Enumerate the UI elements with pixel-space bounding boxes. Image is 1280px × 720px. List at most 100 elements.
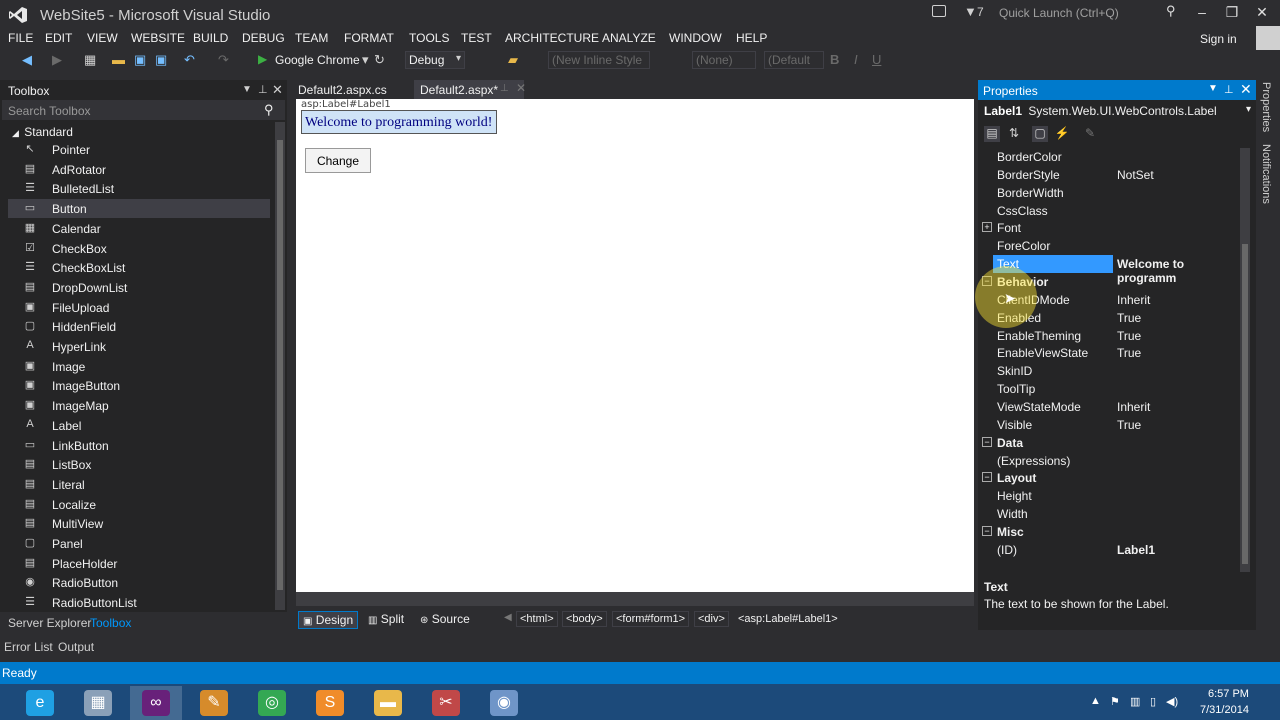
tray-network-icon[interactable]: ▥	[1130, 695, 1140, 708]
tray-volume-icon[interactable]: ◀)	[1166, 695, 1178, 708]
maximize-button[interactable]: ❐	[1220, 4, 1244, 21]
property-pages-icon[interactable]: ▢	[1032, 126, 1048, 142]
close-icon[interactable]: ✕	[516, 81, 526, 95]
pin-icon[interactable]: ⊥	[258, 83, 268, 96]
redo-icon[interactable]: ↷	[218, 52, 229, 68]
property-row-borderstyle[interactable]: BorderStyle NotSet	[978, 166, 1238, 184]
underline-button[interactable]: U	[872, 52, 881, 67]
filter-icon[interactable]: ▼	[964, 4, 977, 19]
toolbox-item-button[interactable]: ▭ Button	[8, 199, 270, 219]
collapse-icon[interactable]: −	[982, 472, 992, 483]
new-project-icon[interactable]: ▦	[84, 52, 96, 68]
toolbox-item-localize[interactable]: ▤ Localize	[8, 495, 270, 514]
tray-show-hidden-icon[interactable]: ▲	[1090, 695, 1101, 707]
object-selector[interactable]: Label1 System.Web.UI.WebControls.Label ▾	[984, 104, 1251, 118]
taskbar-app-sublime[interactable]: S	[304, 686, 356, 720]
events-icon[interactable]: ⚡	[1054, 126, 1070, 142]
collapse-triangle-icon[interactable]: ◢	[12, 128, 19, 138]
clock-date[interactable]: 7/31/2014	[1200, 704, 1249, 716]
menu-window[interactable]: WINDOW	[669, 31, 722, 45]
property-row-forecolor[interactable]: ForeColor	[978, 237, 1238, 255]
toolbox-item-calendar[interactable]: ▦ Calendar	[8, 219, 270, 238]
toolbox-item-adrotator[interactable]: ▤ AdRotator	[8, 160, 270, 179]
properties-scrollbar[interactable]	[1240, 148, 1250, 572]
taskbar-app-chrome[interactable]: ◎	[246, 686, 298, 720]
breadcrumb-body[interactable]: <body>	[562, 611, 607, 627]
undo-icon[interactable]: ↶	[184, 52, 195, 68]
italic-button[interactable]: I	[854, 52, 858, 67]
property-value[interactable]: True	[1117, 329, 1141, 343]
design-view-button[interactable]: ▣ Design	[298, 611, 359, 629]
menu-analyze[interactable]: ANALYZE	[602, 31, 656, 45]
menu-file[interactable]: FILE	[8, 31, 33, 45]
property-value[interactable]: Inherit	[1117, 293, 1150, 307]
scrollbar-thumb[interactable]	[277, 140, 283, 590]
property-value[interactable]: Label1	[1117, 543, 1155, 557]
toolbox-item-pointer[interactable]: ↖ Pointer	[8, 140, 270, 159]
property-value[interactable]: Inherit	[1117, 400, 1150, 414]
property-row-enableviewstate[interactable]: EnableViewState True	[978, 344, 1238, 362]
toolbox-item-imagebutton[interactable]: ▣ ImageButton	[8, 376, 270, 395]
toolbox-item-linkbutton[interactable]: ▭ LinkButton	[8, 436, 270, 455]
target-rule-select[interactable]: (New Inline Style	[548, 51, 650, 69]
toolbox-item-bulletedlist[interactable]: ☰ BulletedList	[8, 179, 270, 198]
toolbox-group-standard[interactable]: ◢ Standard	[12, 125, 73, 139]
toolbox-search-input[interactable]: Search Toolbox ⚲	[2, 100, 285, 120]
breadcrumb-label[interactable]: <asp:Label#Label1>	[734, 611, 842, 627]
breadcrumb-html[interactable]: <html>	[516, 611, 558, 627]
property-row-visible[interactable]: Visible True	[978, 416, 1238, 434]
split-view-button[interactable]: ▥ Split	[364, 611, 408, 627]
menu-team[interactable]: TEAM	[295, 31, 328, 45]
save-all-icon[interactable]: ▣	[155, 52, 167, 68]
property-row-skinid[interactable]: SkinID	[978, 362, 1238, 380]
window-position-icon[interactable]: ▼	[1208, 83, 1218, 94]
toolbox-item-checkboxlist[interactable]: ☰ CheckBoxList	[8, 258, 270, 277]
taskbar-app-recorder[interactable]: ◉	[478, 686, 530, 720]
minimize-button[interactable]: –	[1190, 4, 1214, 20]
property-row-id[interactable]: (ID) Label1	[978, 541, 1238, 559]
pin-icon[interactable]: ⊥	[500, 83, 509, 94]
toolbox-item-hyperlink[interactable]: A HyperLink	[8, 337, 270, 356]
taskbar-app-paint[interactable]: ✎	[188, 686, 240, 720]
toolbox-item-image[interactable]: ▣ Image	[8, 357, 270, 376]
source-view-button[interactable]: ⊛ Source	[416, 611, 474, 627]
collapse-icon[interactable]: −	[982, 526, 992, 537]
refresh-icon[interactable]: ↻	[374, 52, 385, 68]
property-row-width[interactable]: Width	[978, 505, 1238, 523]
property-row-data[interactable]: − Data	[978, 434, 1238, 452]
expand-icon[interactable]: +	[982, 222, 992, 233]
tab-default2-aspx-cs[interactable]: Default2.aspx.cs	[292, 80, 393, 99]
solution-config-select[interactable]: Debug ▾	[405, 51, 465, 69]
toolbox-scrollbar[interactable]	[275, 122, 285, 610]
toolbox-item-checkbox[interactable]: ☑ CheckBox	[8, 239, 270, 258]
sign-in-link[interactable]: Sign in	[1200, 32, 1237, 46]
breadcrumb-form[interactable]: <form#form1>	[612, 611, 690, 627]
breadcrumb-div[interactable]: <div>	[694, 611, 729, 627]
toolbox-item-listbox[interactable]: ▤ ListBox	[8, 455, 270, 474]
clock-time[interactable]: 6:57 PM	[1208, 688, 1249, 700]
toolbox-item-fileupload[interactable]: ▣ FileUpload	[8, 298, 270, 317]
toolbox-item-literal[interactable]: ▤ Literal	[8, 475, 270, 494]
editor-scrollbar[interactable]	[296, 592, 974, 606]
run-icon[interactable]: ▶	[258, 52, 267, 66]
taskbar-app-snipping-tool[interactable]: ✂	[420, 686, 472, 720]
property-value[interactable]: True	[1117, 418, 1141, 432]
menu-format[interactable]: FORMAT	[344, 31, 394, 45]
categorized-icon[interactable]: ▤	[984, 126, 1000, 142]
menu-build[interactable]: BUILD	[193, 31, 228, 45]
taskbar-app-calculator[interactable]: ▦	[72, 686, 124, 720]
bold-button[interactable]: B	[830, 52, 839, 67]
tray-battery-icon[interactable]: ▯	[1150, 695, 1156, 708]
toolbox-item-multiview[interactable]: ▤ MultiView	[8, 514, 270, 533]
property-row-expressions[interactable]: (Expressions)	[978, 452, 1238, 470]
toolbox-item-dropdownlist[interactable]: ▤ DropDownList	[8, 278, 270, 297]
property-value[interactable]: NotSet	[1117, 168, 1154, 182]
taskbar-app-file-explorer[interactable]: ▬	[362, 686, 414, 720]
menu-edit[interactable]: EDIT	[45, 31, 72, 45]
toolbox-item-label[interactable]: A Label	[8, 416, 270, 435]
alphabetical-icon[interactable]: ⇅	[1006, 126, 1022, 142]
dropdown-arrow-icon[interactable]: ▾	[362, 52, 369, 68]
search-icon[interactable]: ⚲	[1166, 3, 1176, 19]
menu-tools[interactable]: TOOLS	[409, 31, 449, 45]
tray-flag-icon[interactable]: ⚑	[1110, 695, 1120, 708]
